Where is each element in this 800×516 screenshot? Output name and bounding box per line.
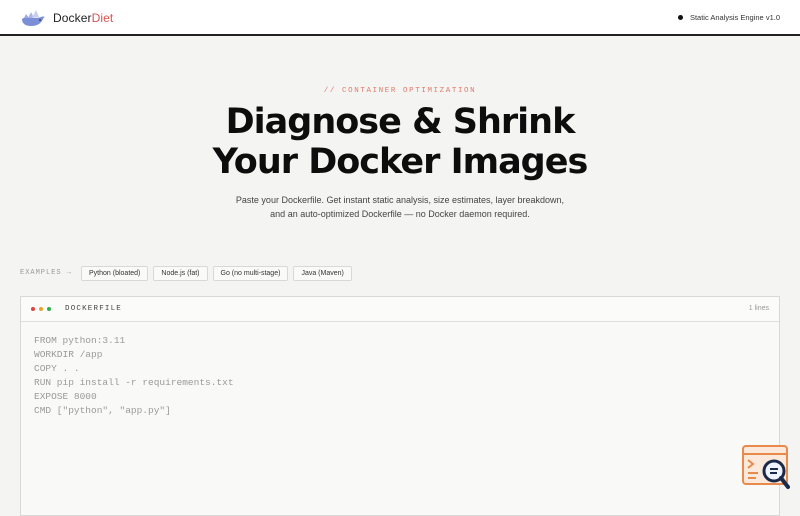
placeholder-line: WORKDIR /app — [34, 349, 103, 360]
page-subtitle-line-1: Paste your Dockerfile. Get instant stati… — [235, 195, 565, 205]
brand-part-diet: Diet — [91, 11, 114, 25]
green-light-icon — [47, 307, 51, 311]
example-nodejs-button[interactable]: Node.js (fat) — [153, 265, 208, 281]
window-controls — [31, 307, 51, 311]
example-java-button[interactable]: Java (Maven) — [293, 265, 352, 281]
yellow-light-icon — [39, 307, 43, 311]
engine-label: Static Analysis Engine v1.0 — [689, 13, 780, 22]
brand-part-docker: Docker — [53, 11, 92, 25]
example-python-button[interactable]: Python (bloated) — [81, 265, 149, 281]
section-kicker: // CONTAINER OPTIMIZATION — [323, 87, 477, 95]
placeholder-line: EXPOSE 8000 — [34, 391, 97, 402]
placeholder-line: FROM python:3.11 — [34, 335, 126, 346]
examples-label: EXAMPLES → — [20, 269, 73, 277]
status-dot-icon — [677, 15, 683, 20]
editor-title: DOCKERFILE — [65, 305, 123, 313]
dockerfile-input[interactable]: FROM python:3.11 WORKDIR /app COPY . . R… — [34, 334, 234, 418]
placeholder-line: RUN pip install -r requirements.txt — [34, 377, 234, 388]
page-title-line-2: Your Docker Images — [212, 142, 589, 182]
examples-bar: EXAMPLES → Python (bloated) Node.js (fat… — [20, 265, 352, 281]
brand-name[interactable]: DockerDiet — [53, 11, 113, 25]
dockerfile-editor[interactable]: DOCKERFILE 1 lines FROM python:3.11 WORK… — [20, 296, 780, 516]
page-subtitle-line-2: and an auto-optimized Dockerfile — no Do… — [270, 209, 530, 219]
whale-icon[interactable] — [20, 9, 46, 29]
page-title-line-1: Diagnose & Shrink — [225, 102, 576, 142]
line-count: 1 lines — [748, 305, 769, 312]
placeholder-line: CMD ["python", "app.py"] — [34, 405, 171, 416]
page-subtitle: Paste your Dockerfile. Get instant stati… — [0, 193, 800, 221]
top-bar: DockerDiet Static Analysis Engine v1.0 — [0, 0, 800, 36]
page-title: Diagnose & Shrink Your Docker Images — [0, 102, 800, 182]
red-light-icon — [31, 307, 35, 311]
editor-header: DOCKERFILE 1 lines — [21, 297, 779, 322]
engine-status: Static Analysis Engine v1.0 — [677, 13, 780, 22]
placeholder-line: COPY . . — [34, 363, 80, 374]
terminal-search-icon[interactable] — [742, 445, 790, 490]
example-go-button[interactable]: Go (no multi-stage) — [212, 265, 289, 281]
